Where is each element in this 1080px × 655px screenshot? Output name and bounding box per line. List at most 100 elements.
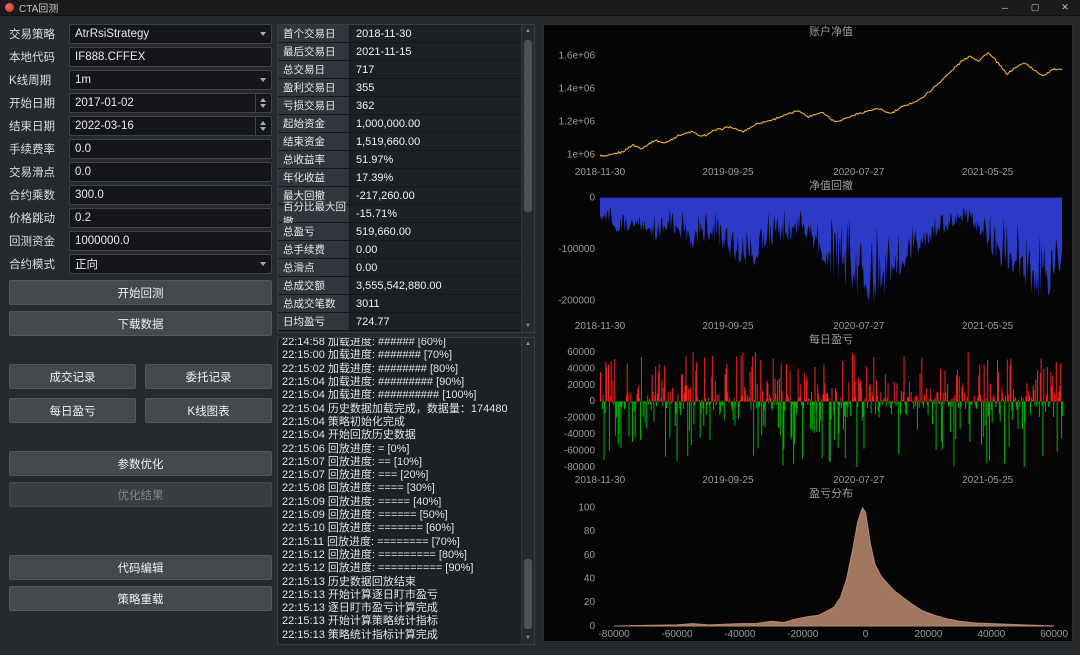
- log-line: 22:15:13 开始计算逐日盯市盈亏: [282, 589, 519, 602]
- stat-label: 总滑点: [278, 259, 350, 276]
- chevron-down-icon[interactable]: [260, 78, 266, 82]
- daily-pnl-chart-canvas[interactable]: [544, 333, 1072, 487]
- size-value: 300.0: [75, 189, 266, 201]
- drawdown-chart-canvas[interactable]: [544, 179, 1072, 333]
- mode-field-row: 合约模式正向: [9, 254, 272, 274]
- pricetick-input[interactable]: 0.2: [69, 208, 272, 228]
- stat-row: 首个交易日2018-11-30: [278, 25, 521, 43]
- log-panel: 22:14:58 加载进度: ###### [60%]22:15:00 加载进度…: [277, 337, 535, 645]
- spin-down-icon[interactable]: [260, 104, 266, 108]
- size-input[interactable]: 300.0: [69, 185, 272, 205]
- stat-row: 亏损交易日362: [278, 97, 521, 115]
- strategy-select[interactable]: AtrRsiStrategy: [69, 24, 272, 44]
- strategy-reload-button[interactable]: 策略重载: [9, 586, 272, 611]
- spinner-arrows[interactable]: [255, 94, 266, 112]
- stat-label: 总手续费: [278, 241, 350, 258]
- download-data-button[interactable]: 下载数据: [9, 311, 272, 336]
- stat-value: -217,260.00: [350, 187, 521, 204]
- stat-label: 最后交易日: [278, 43, 350, 60]
- log-line: 22:15:09 回放进度: ====== [50%]: [282, 509, 519, 522]
- log-line: 22:15:00 加载进度: ####### [70%]: [282, 349, 519, 362]
- log-line: 22:15:04 历史数据加载完成，数据量：174480: [282, 403, 519, 416]
- stat-value: 717: [350, 61, 521, 78]
- log-line: 22:15:13 历史数据回放结束: [282, 576, 519, 589]
- symbol-label: 本地代码: [9, 49, 69, 65]
- rate-input[interactable]: 0.0: [69, 139, 272, 159]
- spinner-arrows[interactable]: [255, 117, 266, 135]
- slippage-input[interactable]: 0.0: [69, 162, 272, 182]
- stat-label: 起始资金: [278, 115, 350, 132]
- stat-label: 日均盈亏: [278, 313, 350, 330]
- log-line: 22:14:58 加载进度: ###### [60%]: [282, 338, 519, 349]
- start-date-input[interactable]: 2017-01-02: [69, 93, 272, 113]
- stat-value: 1,519,660.00: [350, 133, 521, 150]
- log-scrollbar[interactable]: ▲ ▼: [521, 338, 534, 644]
- stat-value: 1,000,000.00: [350, 115, 521, 132]
- balance-chart-canvas[interactable]: [544, 25, 1072, 179]
- log-line: 22:15:13 逐日盯市盈亏计算完成: [282, 602, 519, 615]
- scroll-down-icon[interactable]: ▼: [522, 632, 534, 644]
- pricetick-field-row: 价格跳动0.2: [9, 208, 272, 228]
- stat-row: 总手续费0.00: [278, 241, 521, 259]
- interval-value: 1m: [75, 74, 256, 86]
- stat-row: 结束资金1,519,660.00: [278, 133, 521, 151]
- order-records-button[interactable]: 委托记录: [145, 364, 272, 389]
- chevron-down-icon[interactable]: [260, 262, 266, 266]
- stats-scrollbar[interactable]: ▲ ▼: [521, 25, 534, 332]
- stat-row: 最后交易日2021-11-15: [278, 43, 521, 61]
- scroll-up-icon[interactable]: ▲: [522, 338, 534, 350]
- stat-value: 0.00: [350, 259, 521, 276]
- capital-input[interactable]: 1000000.0: [69, 231, 272, 251]
- start-date-value: 2017-01-02: [75, 97, 251, 109]
- spin-up-icon[interactable]: [260, 121, 266, 125]
- end-date-label: 结束日期: [9, 118, 69, 134]
- log-line: 22:15:13 策略统计指标计算完成: [282, 629, 519, 642]
- stat-value: 2018-11-30: [350, 25, 521, 42]
- log-line: 22:15:10 回放进度: ======= [60%]: [282, 522, 519, 535]
- stat-row: 总成交笔数3011: [278, 295, 521, 313]
- stat-value: -15.71%: [350, 205, 521, 222]
- optimize-result-button: 优化结果: [9, 482, 272, 507]
- end-date-input[interactable]: 2022-03-16: [69, 116, 272, 136]
- interval-select[interactable]: 1m: [69, 70, 272, 90]
- symbol-value: IF888.CFFEX: [75, 51, 266, 63]
- stat-label: 年化收益: [278, 169, 350, 186]
- mode-select[interactable]: 正向: [69, 254, 272, 274]
- maximize-button[interactable]: ▢: [1020, 0, 1050, 15]
- log-scrollbar-thumb[interactable]: [524, 559, 532, 629]
- start-date-field-row: 开始日期 2017-01-02: [9, 93, 272, 113]
- scroll-up-icon[interactable]: ▲: [522, 25, 534, 37]
- stats-scrollbar-thumb[interactable]: [524, 40, 532, 212]
- mode-value: 正向: [75, 256, 256, 272]
- start-date-label: 开始日期: [9, 95, 69, 111]
- spin-up-icon[interactable]: [260, 98, 266, 102]
- slippage-value: 0.0: [75, 166, 266, 178]
- balance-chart: [544, 25, 1072, 179]
- rate-field-row: 手续费率0.0: [9, 139, 272, 159]
- pnl-distribution-chart-canvas[interactable]: [544, 487, 1072, 641]
- trade-records-button[interactable]: 成交记录: [9, 364, 136, 389]
- kline-chart-button[interactable]: K线图表: [145, 398, 272, 423]
- log-line: 22:15:12 回放进度: ========= [80%]: [282, 549, 519, 562]
- code-edit-button[interactable]: 代码编辑: [9, 555, 272, 580]
- stat-row: 日均盈亏724.77: [278, 313, 521, 331]
- strategy-value: AtrRsiStrategy: [75, 28, 256, 40]
- strategy-label: 交易策略: [9, 26, 69, 42]
- daily-pnl-button[interactable]: 每日盈亏: [9, 398, 136, 423]
- param-optimize-button[interactable]: 参数优化: [9, 451, 272, 476]
- size-field-row: 合约乘数300.0: [9, 185, 272, 205]
- close-button[interactable]: ✕: [1050, 0, 1080, 15]
- spin-down-icon[interactable]: [260, 127, 266, 131]
- symbol-input[interactable]: IF888.CFFEX: [69, 47, 272, 67]
- symbol-field-row: 本地代码 IF888.CFFEX: [9, 47, 272, 67]
- stat-label: 总成交额: [278, 277, 350, 294]
- chevron-down-icon[interactable]: [260, 32, 266, 36]
- drawdown-chart: [544, 179, 1072, 333]
- slippage-field-row: 交易滑点0.0: [9, 162, 272, 182]
- log-line: 22:15:08 回放进度: ==== [30%]: [282, 482, 519, 495]
- stat-row: 总收益率51.97%: [278, 151, 521, 169]
- log-line: 22:15:04 加载进度: ######### [90%]: [282, 376, 519, 389]
- scroll-down-icon[interactable]: ▼: [522, 320, 534, 332]
- start-backtest-button[interactable]: 开始回测: [9, 280, 272, 305]
- minimize-button[interactable]: ─: [990, 0, 1020, 15]
